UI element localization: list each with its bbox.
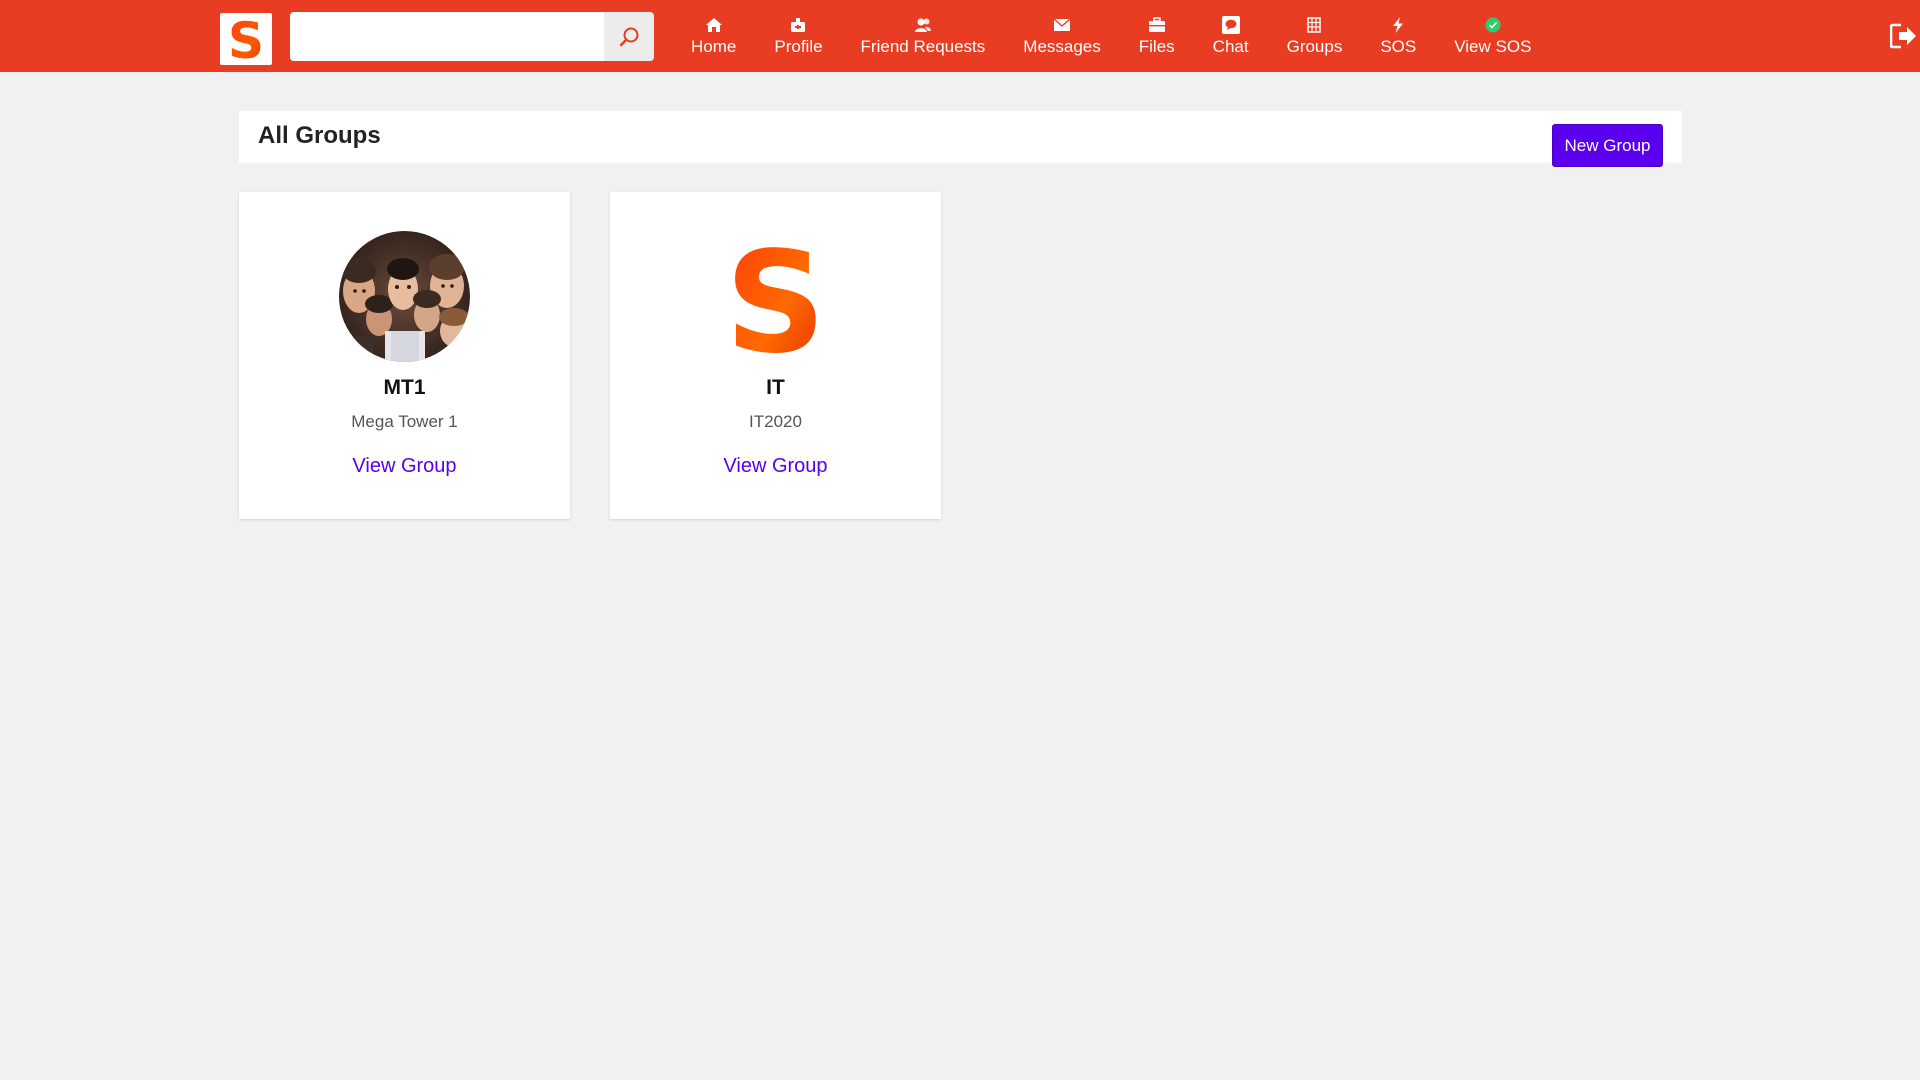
nav-home[interactable]: Home xyxy=(672,0,755,72)
group-avatar[interactable] xyxy=(339,231,470,362)
main-nav: Home Profile Friend Requests Messages Fi… xyxy=(672,0,1550,72)
group-name: IT xyxy=(766,376,785,399)
nav-groups-label: Groups xyxy=(1286,37,1343,56)
home-icon xyxy=(705,16,723,34)
logout-icon xyxy=(1890,23,1916,49)
chat-icon xyxy=(1221,16,1241,34)
svg-text:S: S xyxy=(725,231,826,362)
group-avatar[interactable]: S xyxy=(710,222,841,385)
nav-view-sos-label: View SOS xyxy=(1454,37,1532,56)
nav-friend-requests-label: Friend Requests xyxy=(860,37,986,56)
green-dot-icon xyxy=(1484,16,1502,34)
search-input[interactable] xyxy=(290,12,604,61)
view-group-link[interactable]: View Group xyxy=(610,455,941,478)
s-logo-icon: S xyxy=(725,222,826,385)
nav-chat[interactable]: Chat xyxy=(1194,0,1268,72)
group-card: MT1 Mega Tower 1 View Group xyxy=(239,192,570,519)
briefcase-icon xyxy=(1148,16,1166,34)
page-title: All Groups xyxy=(258,122,381,149)
groups-header: All Groups New Group xyxy=(239,111,1682,167)
bolt-icon xyxy=(1392,16,1404,34)
profile-icon xyxy=(790,16,806,34)
group-description: Mega Tower 1 xyxy=(351,412,458,431)
logout-button[interactable] xyxy=(1888,20,1920,52)
nav-groups[interactable]: Groups xyxy=(1268,0,1362,72)
group-photo-image xyxy=(339,231,470,362)
search-icon xyxy=(619,27,639,46)
nav-messages[interactable]: Messages xyxy=(1004,0,1119,72)
svg-text:S: S xyxy=(228,13,264,65)
view-group-link[interactable]: View Group xyxy=(239,455,570,478)
group-description: IT2020 xyxy=(749,412,802,431)
group-card: S IT IT2020 View Group xyxy=(610,192,941,519)
group-name: MT1 xyxy=(383,376,426,399)
nav-files[interactable]: Files xyxy=(1120,0,1194,72)
nav-sos-label: SOS xyxy=(1380,37,1417,56)
grid-icon xyxy=(1307,16,1322,34)
friend-requests-icon xyxy=(914,16,932,34)
envelope-icon xyxy=(1053,16,1071,34)
new-group-button[interactable]: New Group xyxy=(1552,124,1663,167)
top-navbar: S Home Profile Friend Requests Messages … xyxy=(0,0,1920,72)
nav-friend-requests[interactable]: Friend Requests xyxy=(842,0,1005,72)
site-logo[interactable]: S xyxy=(220,13,272,65)
nav-profile[interactable]: Profile xyxy=(755,0,841,72)
search-bar xyxy=(290,12,654,61)
nav-chat-label: Chat xyxy=(1212,37,1249,56)
nav-view-sos[interactable]: View SOS xyxy=(1435,0,1550,72)
search-button[interactable] xyxy=(604,12,654,61)
nav-profile-label: Profile xyxy=(774,37,823,56)
nav-files-label: Files xyxy=(1138,37,1175,56)
nav-home-label: Home xyxy=(691,37,737,56)
nav-sos[interactable]: SOS xyxy=(1361,0,1435,72)
s-logo-icon: S xyxy=(228,13,264,65)
nav-messages-label: Messages xyxy=(1023,37,1101,56)
